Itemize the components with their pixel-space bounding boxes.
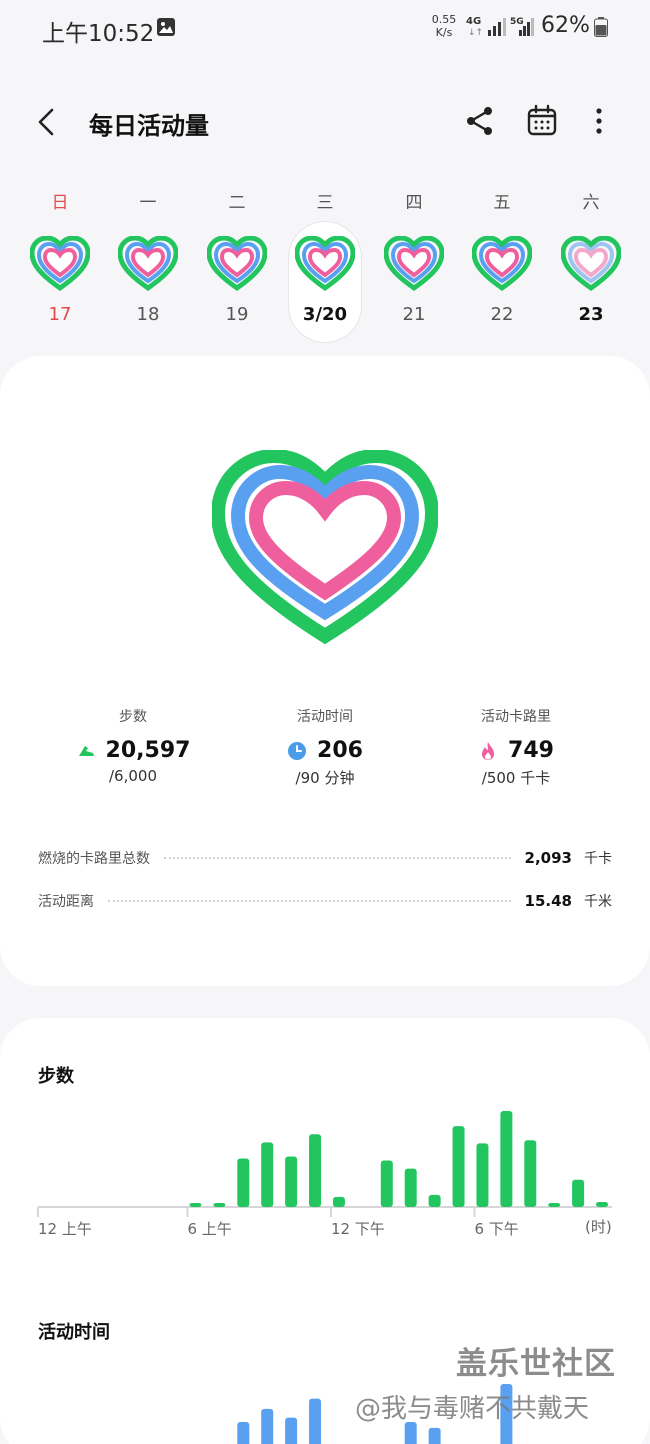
gallery-icon <box>157 18 175 36</box>
activity-rings-heart <box>212 450 438 645</box>
net-speed: 0.55 K/s <box>431 13 457 39</box>
page-title: 每日活动量 <box>89 112 209 140</box>
week-selector: 日 17 一 18 二 19 三 3/20 四 21 五 22 六 23 <box>16 180 636 345</box>
battery-percent: 62% <box>541 13 590 38</box>
more-options-button[interactable] <box>586 104 612 138</box>
active-time-bar <box>309 1398 322 1444</box>
day-item[interactable]: 六 23 <box>547 180 635 345</box>
active-time-stat[interactable]: 活动时间 206 /90 分钟 <box>225 706 425 788</box>
active-time-goal: /90 分钟 <box>295 769 355 787</box>
active-time-bar <box>404 1422 417 1444</box>
status-bar: 上午10:52 0.55 K/s 4G ↓↑ 5G 62% <box>0 0 650 60</box>
detail-label: 燃烧的卡路里总数 <box>38 851 150 867</box>
detail-value: 15.48 <box>524 892 572 910</box>
active-calories-stat[interactable]: 活动卡路里 749 /500 千卡 <box>416 706 616 788</box>
steps-goal: /6,000 <box>109 767 157 785</box>
day-weekday: 二 <box>228 193 246 213</box>
activity-heart-icon <box>295 236 355 292</box>
svg-text:5G: 5G <box>510 17 524 27</box>
day-weekday: 五 <box>493 193 511 213</box>
activity-heart-icon <box>118 236 178 292</box>
day-date: 23 <box>578 304 604 325</box>
day-date: 22 <box>490 304 514 325</box>
active-calories-value: 749 <box>508 738 554 763</box>
battery-icon <box>594 17 608 37</box>
active-time-bar <box>237 1422 250 1444</box>
day-weekday: 日 <box>51 193 69 213</box>
app-header: 每日活动量 <box>0 92 650 152</box>
dotted-leader <box>164 857 511 859</box>
day-date: 3/20 <box>302 304 348 325</box>
watermark-user: @我与毒赌不共戴天 <box>355 1394 590 1424</box>
activity-heart-icon-partial <box>561 236 621 292</box>
active-time-bar <box>285 1417 298 1444</box>
detail-unit: 千米 <box>584 894 612 910</box>
day-date: 18 <box>136 304 160 325</box>
steps-stat[interactable]: 步数 20,597 /6,000 <box>33 706 233 785</box>
day-weekday: 四 <box>405 193 423 213</box>
day-date: 19 <box>225 304 249 325</box>
flame-icon <box>482 741 495 760</box>
day-date: 17 <box>48 304 72 325</box>
watermark-title: 盖乐世社区 <box>456 1346 616 1382</box>
day-item[interactable]: 二 19 <box>193 180 281 345</box>
share-button[interactable] <box>463 104 497 138</box>
detail-unit: 千卡 <box>584 851 612 867</box>
day-item-selected[interactable]: 三 3/20 <box>281 180 369 345</box>
active-time-value: 206 <box>317 738 363 763</box>
day-weekday: 一 <box>139 193 157 213</box>
clock-icon <box>288 741 307 760</box>
activity-heart-icon <box>207 236 267 292</box>
active-calories-goal: /500 千卡 <box>481 769 551 787</box>
shoe-icon <box>78 745 94 756</box>
activity-heart-icon <box>472 236 532 292</box>
detail-label: 活动距离 <box>38 894 94 910</box>
status-time: 上午10:52 <box>42 21 155 47</box>
active-time-bar <box>428 1427 441 1444</box>
signal-4g-icon: 4G ↓↑ <box>466 16 506 38</box>
activity-heart-icon <box>384 236 444 292</box>
steps-label: 步数 <box>119 709 147 725</box>
svg-text:↓↑: ↓↑ <box>468 28 483 38</box>
steps-value: 20,597 <box>105 738 191 763</box>
total-calories-row: 燃烧的卡路里总数 2,093 千卡 <box>38 847 612 869</box>
active-time-label: 活动时间 <box>297 709 353 725</box>
day-item[interactable]: 一 18 <box>104 180 192 345</box>
calendar-button[interactable] <box>525 104 559 138</box>
back-button[interactable] <box>30 104 66 140</box>
day-date: 21 <box>402 304 426 325</box>
detail-value: 2,093 <box>524 849 572 867</box>
signal-5g-icon: 5G <box>510 17 534 36</box>
day-weekday: 六 <box>582 193 600 213</box>
daily-summary-card: 步数 20,597 /6,000 活动时间 206 /90 分钟 活动卡路里 7 <box>0 356 650 986</box>
activity-heart-icon <box>30 236 90 292</box>
active-time-bar <box>261 1408 274 1444</box>
day-item[interactable]: 日 17 <box>16 180 104 345</box>
day-item[interactable]: 五 22 <box>458 180 546 345</box>
distance-row: 活动距离 15.48 千米 <box>38 890 612 912</box>
svg-text:4G: 4G <box>466 16 481 27</box>
day-item[interactable]: 四 21 <box>370 180 458 345</box>
day-weekday: 三 <box>316 193 334 213</box>
active-calories-label: 活动卡路里 <box>481 709 551 725</box>
dotted-leader <box>108 900 511 902</box>
